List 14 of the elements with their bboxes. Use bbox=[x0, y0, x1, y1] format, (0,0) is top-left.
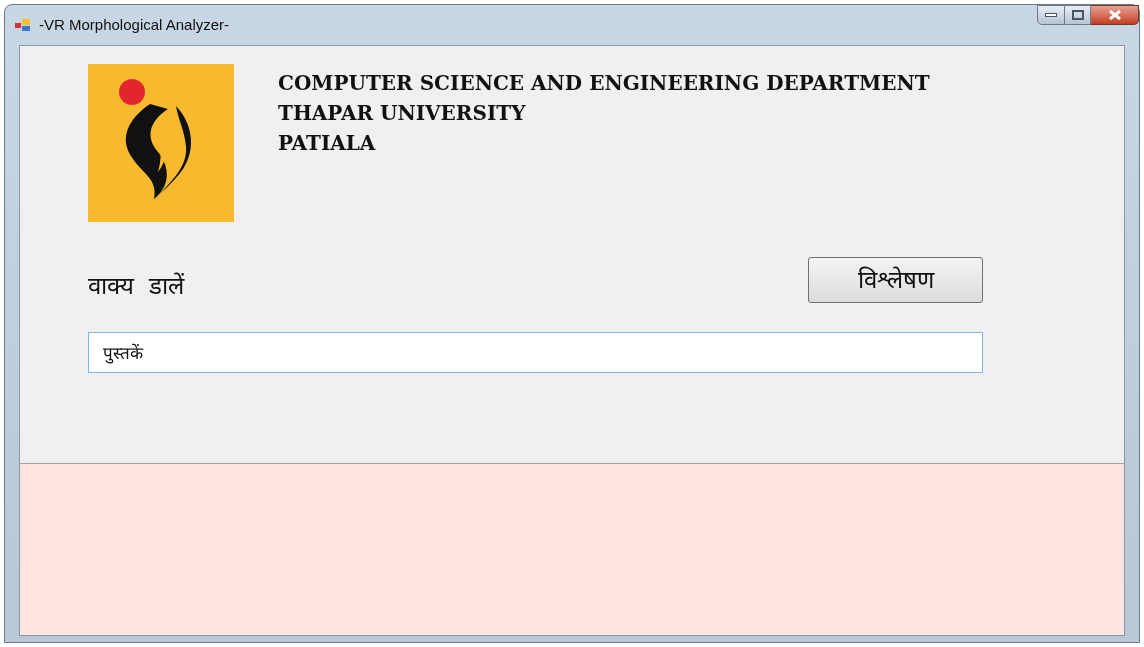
department-heading: THAPAR UNIVERSITY bbox=[278, 100, 527, 127]
close-icon bbox=[1108, 10, 1121, 20]
minimize-icon bbox=[1045, 13, 1057, 17]
sentence-field[interactable]: पुस्तकें bbox=[88, 332, 983, 373]
maximize-button[interactable] bbox=[1065, 5, 1091, 25]
analyze-button[interactable]: विश्लेषण bbox=[808, 257, 983, 303]
department-heading: PATIALA bbox=[278, 130, 377, 157]
window-title: -VR Morphological Analyzer- bbox=[39, 14, 230, 35]
input-label: वाक्य डालें bbox=[88, 271, 185, 302]
department-heading: COMPUTER SCIENCE AND ENGINEERING DEPARTMENT bbox=[278, 70, 930, 97]
maximize-icon bbox=[1071, 10, 1084, 20]
app-icon bbox=[15, 18, 31, 32]
minimize-button[interactable] bbox=[1037, 5, 1065, 25]
close-button[interactable] bbox=[1091, 5, 1139, 25]
